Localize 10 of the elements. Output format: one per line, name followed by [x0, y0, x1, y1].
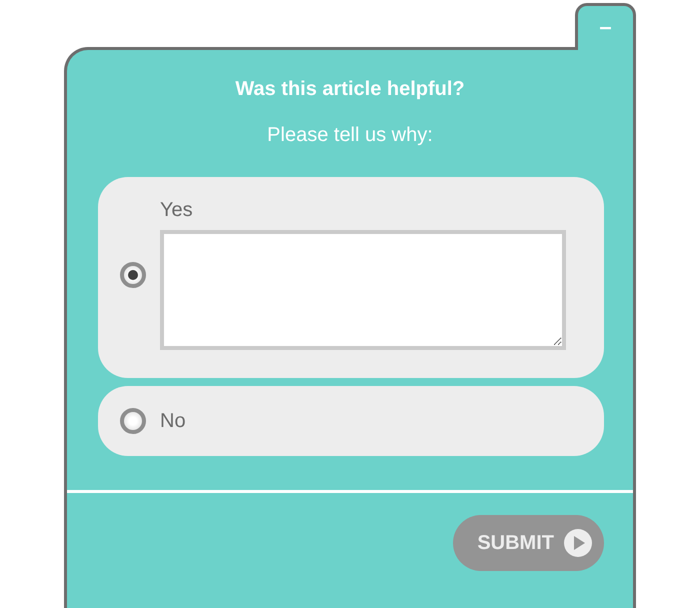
- panel-subtitle: Please tell us why:: [266, 124, 434, 147]
- comment-field[interactable]: [160, 230, 566, 350]
- minimize-button[interactable]: –: [575, 3, 636, 50]
- radio-button[interactable]: [120, 408, 146, 434]
- submit-button[interactable]: SUBMIT: [453, 515, 604, 571]
- option-label: Yes: [160, 199, 194, 222]
- panel-title: Was this article helpful?: [234, 78, 466, 101]
- play-icon: [564, 529, 592, 557]
- option-label: No: [160, 410, 187, 432]
- radio-button[interactable]: [120, 262, 146, 288]
